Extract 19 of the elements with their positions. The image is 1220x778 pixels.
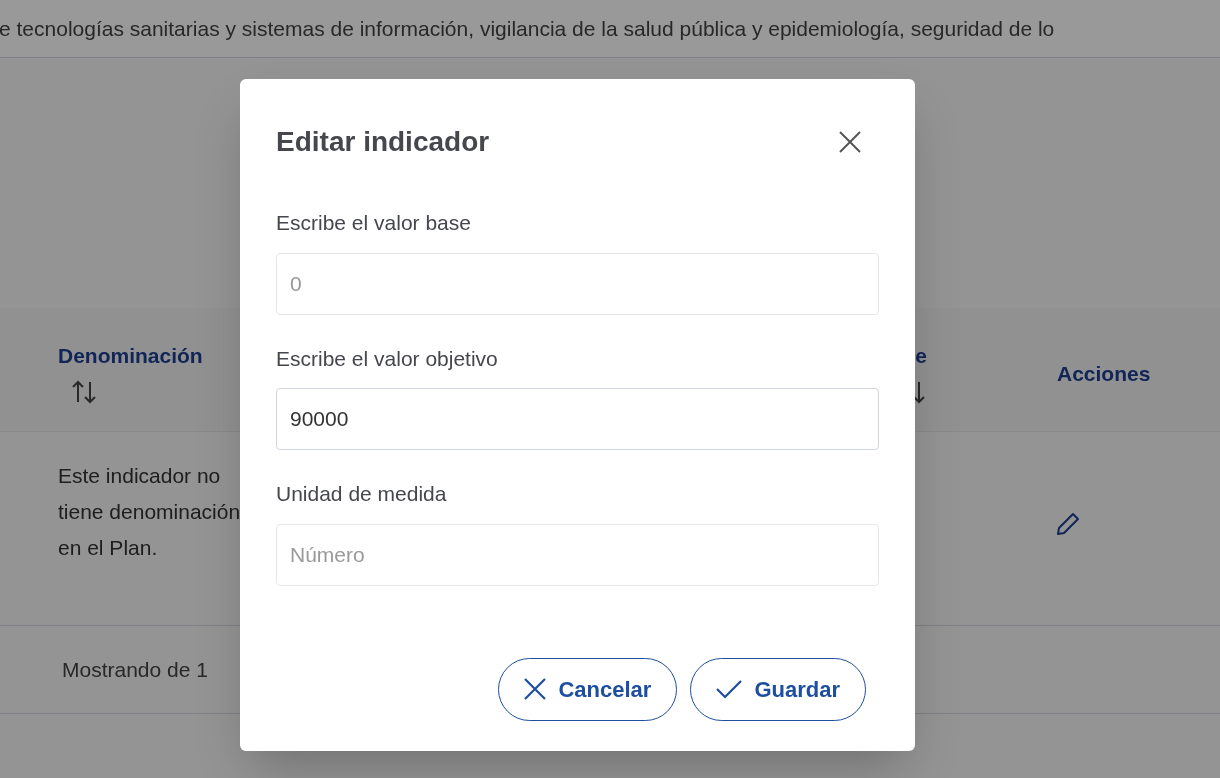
column-header[interactable]: e — [915, 340, 927, 372]
pagination-text: Mostrando de 1 — [62, 656, 208, 683]
input-field[interactable]: Número — [276, 523, 879, 586]
intro-text: e tecnologías sanitarias y sistemas de información, vigilancia de la salud pública y epidemiología, seguridad de lo — [0, 15, 1055, 42]
input-field[interactable]: 90000 — [276, 388, 879, 450]
field-label: Escribe el valor objetivo — [276, 345, 499, 372]
field-label: Escribe el valor base — [276, 210, 472, 236]
save-button[interactable]: Guardar — [690, 657, 866, 721]
check-icon — [716, 679, 743, 699]
close-icon — [839, 131, 861, 153]
column-header[interactable]: Denominación — [58, 340, 203, 372]
input-field[interactable]: 0 — [276, 252, 879, 315]
edit-pencil-icon[interactable] — [1054, 510, 1082, 538]
table-cell-text: Este indicador no tiene denominación en el Plan. — [58, 463, 242, 561]
column-header: Acciones — [1057, 361, 1151, 387]
cancel-button[interactable]: Cancelar — [498, 657, 678, 721]
close-icon — [524, 678, 547, 700]
field-label: Unidad de medida — [276, 481, 448, 507]
dialog-title: Editar indicador — [276, 125, 490, 159]
